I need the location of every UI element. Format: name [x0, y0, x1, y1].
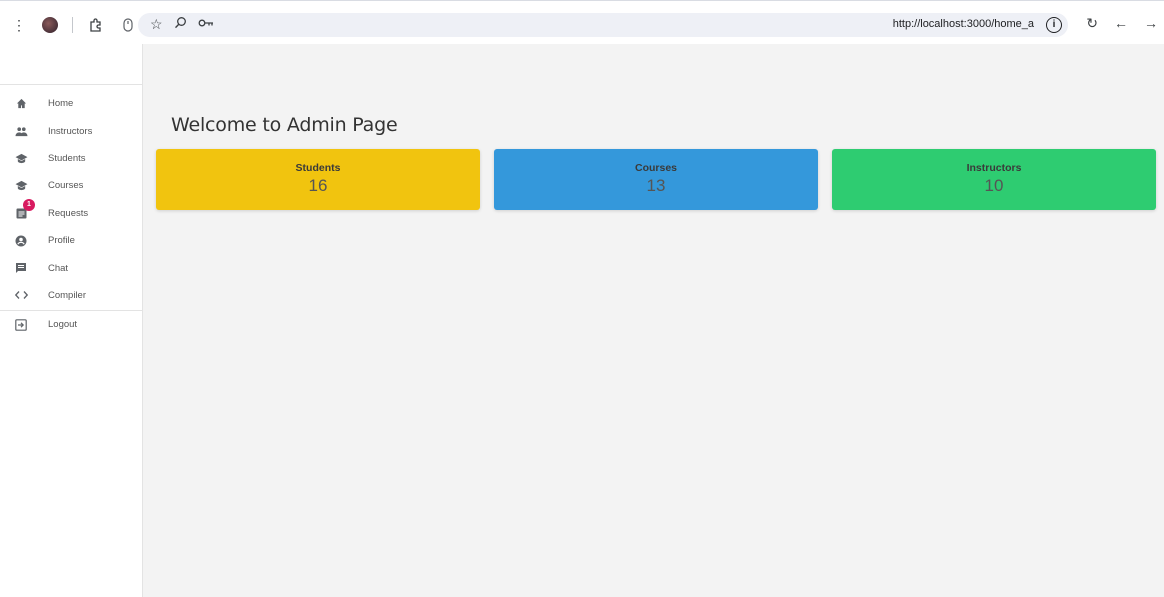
card-label: Courses	[634, 162, 677, 174]
sidebar-item-courses[interactable]: Courses	[0, 172, 142, 199]
card-value: 10	[984, 176, 1004, 195]
sidebar: Home Instructors Students Courses 1 Requ…	[0, 44, 143, 597]
sidebar-item-label: Logout	[48, 319, 78, 331]
assignment-icon: 1	[14, 199, 35, 220]
card-value: 16	[308, 176, 328, 195]
sidebar-header	[0, 44, 142, 85]
sidebar-item-compiler[interactable]: Compiler	[0, 282, 142, 309]
sidebar-item-home[interactable]: Home	[0, 90, 142, 117]
school-icon	[14, 179, 28, 193]
card-label: Instructors	[966, 162, 1022, 174]
nav-buttons: ↻ ← →	[1086, 15, 1158, 32]
requests-badge: 1	[23, 199, 35, 212]
sidebar-item-profile[interactable]: Profile	[0, 227, 142, 254]
toolbar-left-group: ⋮	[10, 15, 137, 35]
mouse-icon[interactable]	[119, 16, 137, 34]
profile-avatar[interactable]	[42, 17, 58, 33]
chat-icon	[14, 261, 28, 275]
address-bar[interactable]: ☆ http://localhost:3000/home_a i	[138, 13, 1068, 37]
main-content: Welcome to Admin Page Students 16 Course…	[143, 44, 1164, 597]
forward-icon[interactable]: →	[1144, 15, 1158, 32]
browser-toolbar: ⋮ ☆ http://localhost:3000/home_a i ↻ ← →	[0, 0, 1164, 44]
sidebar-nav: Home Instructors Students Courses 1 Requ…	[0, 85, 142, 339]
extensions-icon[interactable]	[87, 16, 105, 34]
students-card[interactable]: Students 16	[156, 149, 480, 210]
account-circle-icon	[14, 234, 28, 248]
sidebar-item-instructors[interactable]: Instructors	[0, 117, 142, 144]
password-key-icon[interactable]	[198, 16, 214, 32]
code-icon	[14, 288, 28, 302]
sidebar-item-label: Requests	[48, 207, 89, 219]
page-title: Welcome to Admin Page	[171, 114, 398, 136]
toolbar-separator	[72, 17, 73, 33]
card-value: 13	[646, 176, 666, 195]
sidebar-item-requests[interactable]: 1 Requests	[0, 199, 142, 227]
more-vert-icon[interactable]: ⋮	[10, 16, 28, 34]
sidebar-item-label: Chat	[48, 262, 69, 274]
school-icon	[14, 151, 28, 165]
people-icon	[14, 124, 28, 138]
sidebar-item-label: Profile	[48, 235, 75, 247]
bookmark-star-icon[interactable]: ☆	[150, 16, 163, 33]
card-label: Students	[295, 162, 341, 174]
zoom-icon[interactable]	[174, 16, 187, 32]
site-info-icon[interactable]: i	[1046, 17, 1062, 33]
sidebar-item-chat[interactable]: Chat	[0, 254, 142, 281]
courses-card[interactable]: Courses 13	[494, 149, 818, 210]
home-icon	[14, 97, 28, 111]
sidebar-item-logout[interactable]: Logout	[0, 311, 142, 338]
sidebar-item-label: Courses	[48, 180, 84, 192]
reload-icon[interactable]: ↻	[1086, 15, 1098, 32]
instructors-card[interactable]: Instructors 10	[832, 149, 1156, 210]
sidebar-item-students[interactable]: Students	[0, 145, 142, 172]
sidebar-item-label: Home	[48, 98, 74, 110]
back-icon[interactable]: ←	[1114, 15, 1128, 32]
sidebar-item-label: Compiler	[48, 289, 87, 301]
sidebar-item-label: Instructors	[48, 125, 93, 137]
sidebar-item-label: Students	[48, 152, 86, 164]
logout-icon	[14, 318, 28, 332]
url-text[interactable]: http://localhost:3000/home_a	[893, 18, 1034, 30]
